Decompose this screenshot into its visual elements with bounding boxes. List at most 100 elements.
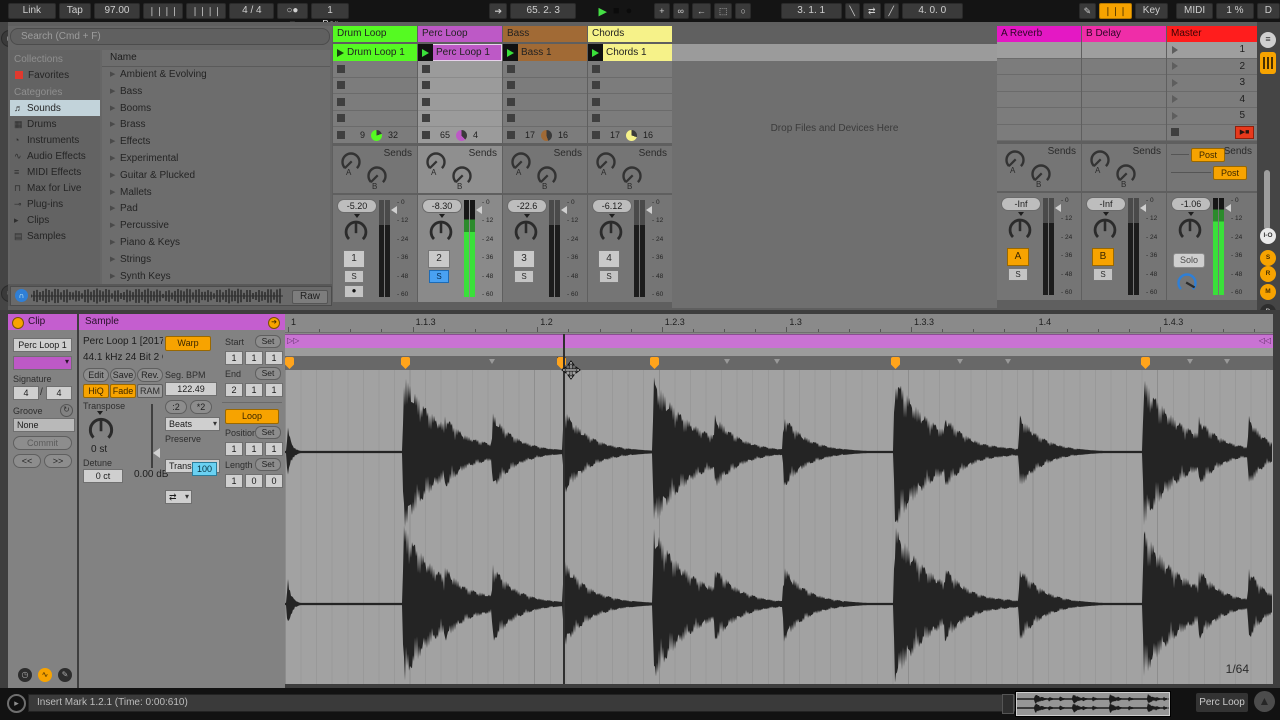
loop-end-marker[interactable]: ◁◁	[1259, 336, 1271, 345]
transient-marker[interactable]	[1224, 359, 1230, 364]
volume-field[interactable]: -6.12	[592, 199, 632, 213]
hot-swap-groove-icon[interactable]: ↻	[60, 404, 73, 417]
follow-button[interactable]: ➔	[489, 3, 508, 19]
link-button[interactable]: Link	[8, 3, 56, 19]
start-value[interactable]: 1	[265, 351, 283, 365]
clip-slot-chords-1[interactable]: Chords 1	[588, 44, 672, 61]
empty-clip-slot[interactable]	[418, 77, 502, 94]
empty-clip-slot[interactable]	[333, 61, 417, 78]
sample-box-expand-icon[interactable]: ➜	[268, 317, 280, 329]
clip-color-chooser[interactable]: ▾	[13, 356, 72, 370]
stop-all-clips-button[interactable]: ▶■	[1235, 125, 1254, 139]
list-item[interactable]: ▶ Synth Keys	[102, 269, 330, 284]
solo-button[interactable]: S	[514, 270, 534, 283]
sidebar-item-max-for-live[interactable]: ⊓ Max for Live	[10, 180, 100, 196]
overdub-button[interactable]: ∞	[672, 3, 689, 19]
nudge-back-button[interactable]: <<	[13, 454, 41, 468]
empty-clip-slot[interactable]	[588, 94, 672, 111]
groove-chooser[interactable]: None	[13, 418, 75, 432]
stop-button[interactable]: ■	[613, 5, 620, 17]
nudge-forward-button[interactable]: >>	[44, 454, 72, 468]
expand-triangle-icon[interactable]: ▶	[110, 151, 120, 168]
volume-field[interactable]: -8.30	[422, 199, 462, 213]
scene-play-icon[interactable]	[1172, 45, 1178, 54]
pan-knob[interactable]	[1091, 216, 1119, 244]
length-value-fields[interactable]: 100	[225, 474, 283, 488]
send-b-post-toggle[interactable]: Post	[1213, 166, 1247, 180]
master-header[interactable]: Master	[1167, 26, 1257, 42]
sidebar-item-favorites[interactable]: Favorites	[10, 67, 100, 83]
track-activator-button[interactable]: 2	[428, 250, 450, 268]
punch-out-toggle[interactable]: ╱	[883, 3, 899, 19]
end-value[interactable]: 1	[265, 383, 283, 397]
clip-stop-button[interactable]	[592, 97, 600, 106]
sample-box-toggle[interactable]: ∿	[38, 668, 52, 682]
sidebar-item-instruments[interactable]: ◔ Instruments	[10, 132, 100, 148]
clip-stop-button[interactable]	[422, 131, 430, 139]
clip-stop-button[interactable]	[507, 81, 515, 90]
expand-triangle-icon[interactable]: ▶	[110, 235, 120, 252]
volume-field[interactable]: -Inf	[1086, 197, 1126, 211]
start-value-fields[interactable]: 111	[225, 351, 283, 365]
mixer-section-toggle-m[interactable]: M	[1260, 284, 1276, 300]
position-value[interactable]: 1	[225, 442, 243, 456]
loop-toggle[interactable]: ⇄	[862, 3, 881, 19]
vertical-scrollbar[interactable]	[1264, 170, 1270, 230]
clip-stop-button[interactable]	[507, 64, 515, 73]
solo-button[interactable]: S	[429, 270, 449, 283]
overview-menu-button[interactable]: ≡	[1260, 32, 1276, 48]
track-activator-button[interactable]: 1	[343, 250, 365, 268]
clip-stop-button[interactable]	[507, 114, 515, 123]
pan-knob[interactable]	[1006, 216, 1034, 244]
scene-slot-2[interactable]: 2	[1167, 58, 1257, 75]
expand-triangle-icon[interactable]: ▶	[110, 201, 120, 218]
expand-triangle-icon[interactable]: ▶	[110, 185, 120, 202]
expand-triangle-icon[interactable]: ▶	[110, 84, 120, 101]
solo-button[interactable]: S	[344, 270, 364, 283]
overview-edge-button[interactable]	[1002, 694, 1014, 714]
clip-stop-button[interactable]	[337, 114, 345, 123]
length-value[interactable]: 0	[265, 474, 283, 488]
metronome-toggle[interactable]: ○● ▾	[277, 3, 308, 30]
scene-play-icon[interactable]	[1172, 62, 1178, 71]
mixer-section-toggle-r[interactable]: R	[1260, 266, 1276, 282]
track-header[interactable]: Drum Loop	[333, 26, 417, 42]
list-item[interactable]: ▶ Booms	[102, 101, 330, 118]
seg-bpm-field[interactable]: 122.49	[165, 382, 217, 396]
sidebar-item-clips[interactable]: ▸ Clips	[10, 212, 100, 228]
volume-field[interactable]: -1.06	[1171, 197, 1211, 211]
send-a-post-toggle[interactable]: Post	[1191, 148, 1225, 162]
empty-clip-slot[interactable]	[588, 110, 672, 127]
list-item[interactable]: ▶ Brass	[102, 117, 330, 134]
signature-numerator-field[interactable]: 4	[13, 386, 39, 400]
midi-map-button[interactable]: MIDI	[1176, 3, 1214, 19]
nudge-down-button[interactable]: ❘❘❘❘	[143, 3, 184, 19]
sidebar-item-audio-effects[interactable]: ∿ Audio Effects	[10, 148, 100, 164]
clip-slot-perc-loop-1[interactable]: Perc Loop 1	[418, 44, 502, 61]
warp-marker-row[interactable]	[285, 356, 1273, 371]
warp-marker[interactable]	[285, 357, 294, 369]
play-button[interactable]: ▶	[598, 5, 606, 18]
transient-marker[interactable]	[724, 359, 730, 364]
end-value[interactable]: 1	[245, 383, 263, 397]
expand-triangle-icon[interactable]: ▶	[110, 269, 120, 284]
empty-clip-slot[interactable]	[588, 61, 672, 78]
tempo-field[interactable]: 97.00	[93, 3, 141, 19]
scene-play-icon[interactable]	[1172, 111, 1178, 120]
end-value-fields[interactable]: 211	[225, 383, 283, 397]
sidebar-item-samples[interactable]: ▤ Samples	[10, 228, 100, 244]
tap-tempo-button[interactable]: Tap	[58, 3, 91, 19]
arrangement-position-field[interactable]: 65. 2. 3	[510, 3, 577, 19]
clip-stop-button[interactable]	[337, 131, 345, 139]
clip-stop-button[interactable]	[592, 81, 600, 90]
sidebar-item-midi-effects[interactable]: ≡ MIDI Effects	[10, 164, 100, 180]
loop-brace[interactable]: ▷▷ ◁◁	[285, 334, 1273, 349]
position-value[interactable]: 1	[265, 442, 283, 456]
launch-box-toggle[interactable]: ◷	[18, 668, 32, 682]
clip-play-button[interactable]	[588, 44, 603, 61]
empty-clip-slot[interactable]	[418, 94, 502, 111]
punch-in-field[interactable]: 3. 1. 1	[780, 3, 842, 19]
warp-toggle[interactable]: Warp	[165, 336, 211, 351]
sidebar-item-drums[interactable]: ▦ Drums	[10, 116, 100, 132]
list-item[interactable]: ▶ Pad	[102, 201, 330, 218]
